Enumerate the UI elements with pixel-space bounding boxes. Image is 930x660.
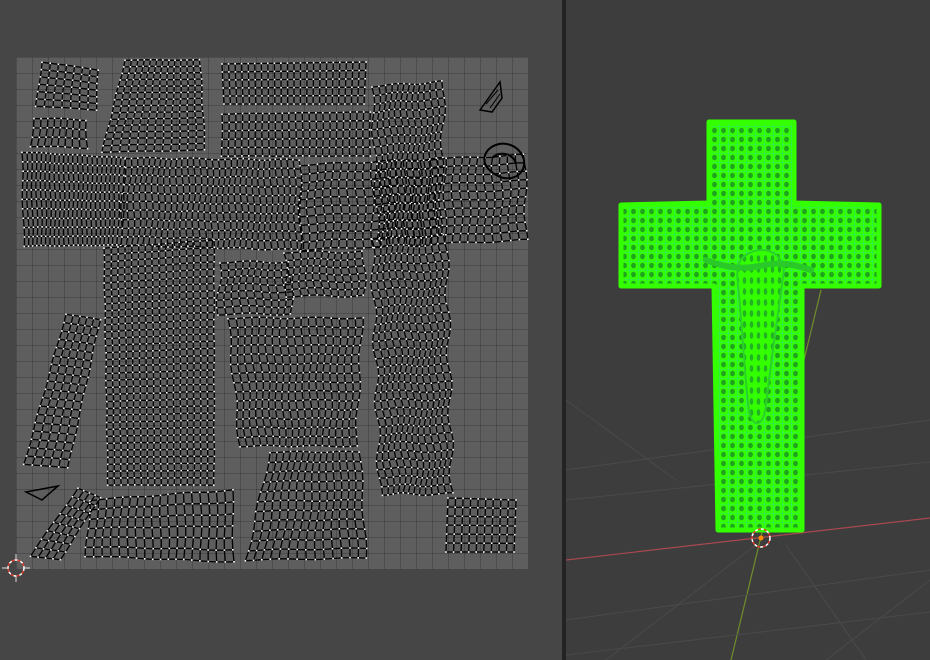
uv-editor-panel[interactable] (0, 0, 562, 660)
uv-island-figure-legs[interactable] (370, 233, 455, 497)
uv-island-arm-left[interactable] (22, 313, 102, 469)
uv-island-top-block[interactable] (101, 58, 206, 154)
uv-island-shard-top-right[interactable] (478, 80, 503, 113)
uv-island-small-ring[interactable] (29, 117, 89, 150)
uv-island-body-panel[interactable] (227, 316, 365, 448)
uv-island-box-right[interactable] (445, 497, 517, 553)
uv-island-drape[interactable] (244, 450, 368, 562)
uv-island-horizontal-beam-left[interactable] (21, 151, 127, 248)
2d-cursor-icon[interactable] (2, 554, 30, 582)
crucifix-mesh-wireframe[interactable] (618, 119, 882, 533)
uv-island-strip-2[interactable] (220, 111, 372, 157)
uv-island-horizontal-beam-center[interactable] (119, 156, 305, 252)
uv-island-shard-bottom-left[interactable] (23, 484, 61, 501)
viewport-scene[interactable] (566, 0, 930, 660)
uv-island-small-top-left[interactable] (34, 61, 99, 112)
uv-island-cap-right[interactable] (283, 250, 367, 298)
uv-islands-layer[interactable] (0, 0, 562, 660)
uv-island-leg-bottom[interactable] (84, 489, 235, 563)
uv-island-figure-torso[interactable] (370, 80, 447, 242)
3d-viewport-panel[interactable] (566, 0, 930, 660)
uv-island-vertical-beam[interactable] (103, 239, 216, 486)
uv-island-strip-1[interactable] (221, 61, 367, 105)
uv-island-cap-left[interactable] (215, 260, 295, 316)
